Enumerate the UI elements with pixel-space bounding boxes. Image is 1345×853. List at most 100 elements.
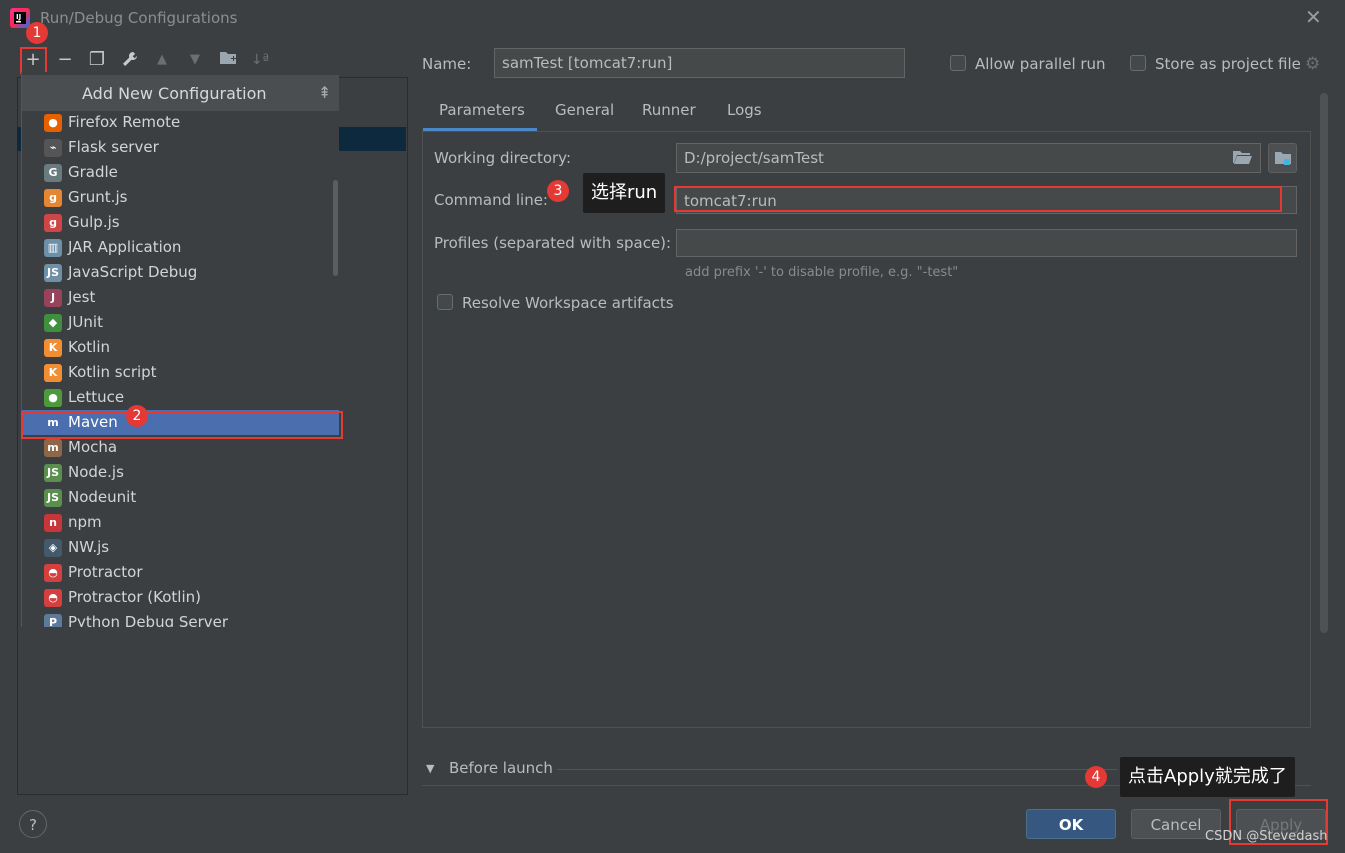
tab-general[interactable]: General [555,101,614,119]
tab-parameters[interactable]: Parameters [439,101,525,119]
configuration-type-label: Nodeunit [68,488,137,506]
minus-icon[interactable]: − [55,50,75,70]
parameters-panel [422,131,1311,728]
working-directory-label: Working directory: [434,149,572,167]
ok-button[interactable]: OK [1026,809,1116,839]
jar-icon: ▥ [44,239,62,257]
configuration-type-junit[interactable]: ◆ JUnit [22,310,339,335]
annotation-tip-3: 选择run [583,173,666,213]
configuration-type-nodeunit[interactable]: JS Nodeunit [22,485,339,510]
configuration-type-protractor[interactable]: ◓ Protractor [22,560,339,585]
name-label: Name: [422,55,472,73]
configuration-type-label: Grunt.js [68,188,128,206]
configuration-type-jest[interactable]: J Jest [22,285,339,310]
configuration-type-kotlin[interactable]: K Kotlin [22,335,339,360]
configuration-type-label: Node.js [68,463,124,481]
configuration-type-lettuce[interactable]: ● Lettuce [22,385,339,410]
sort-icon[interactable]: ↓ª [250,50,270,70]
allow-parallel-checkbox[interactable] [950,55,966,71]
popup-title: Add New Configuration [82,84,267,103]
jest-icon: J [44,289,62,307]
configuration-type-label: npm [68,513,102,531]
nodejs-icon: JS [44,464,62,482]
annotation-badge-1: 1 [26,22,48,44]
new-folder-icon[interactable] [218,50,238,70]
popup-scrollbar[interactable] [333,180,338,276]
annotation-box-add [20,47,47,74]
module-folder-button[interactable] [1268,143,1297,173]
junit-icon: ◆ [44,314,62,332]
settings-scrollbar[interactable] [1320,93,1328,633]
configuration-type-javascript-debug[interactable]: JS JavaScript Debug [22,260,339,285]
command-line-label: Command line: [434,191,548,209]
configuration-type-grunt-js[interactable]: g Grunt.js [22,185,339,210]
module-folder-icon [1275,152,1291,165]
configuration-type-flask-server[interactable]: ⌁ Flask server [22,135,339,160]
protractor-kotlin-icon: ◓ [44,589,62,607]
configuration-type-label: Jest [68,288,96,306]
allow-parallel-label: Allow parallel run [975,55,1106,73]
configuration-type-gulp-js[interactable]: g Gulp.js [22,210,339,235]
resolve-workspace-checkbox[interactable] [437,294,453,310]
move-down-icon[interactable]: ▼ [185,50,205,70]
tab-runner[interactable]: Runner [642,101,696,119]
configuration-type-protractor-kotlin[interactable]: ◓ Protractor (Kotlin) [22,585,339,610]
lettuce-icon: ● [44,389,62,407]
gradle-icon: G [44,164,62,182]
configuration-type-gradle[interactable]: G Gradle [22,160,339,185]
protractor-icon: ◓ [44,564,62,582]
before-launch-divider [557,769,1117,770]
copy-icon[interactable]: ❐ [87,50,107,70]
configuration-type-firefox-remote[interactable]: ● Firefox Remote [22,110,339,135]
configuration-type-label: Gradle [68,163,118,181]
gear-icon[interactable]: ⚙ [1305,54,1320,74]
annotation-box-command [674,186,1282,212]
annotation-box-maven [21,411,343,439]
tab-logs[interactable]: Logs [727,101,762,119]
collapse-triangle-icon[interactable]: ▼ [426,762,434,775]
store-project-label: Store as project file [1155,55,1301,73]
configuration-type-kotlin-script[interactable]: K Kotlin script [22,360,339,385]
gulp-icon: g [44,214,62,232]
add-configuration-popup: Add New Configuration ⇞ ● Firefox Remote ⌁… [21,72,339,627]
intellij-app-icon: IJ [10,8,30,28]
nwjs-icon: ◈ [44,539,62,557]
configuration-type-python-debug-server[interactable]: P Python Debug Server [22,610,339,627]
configuration-type-label: JUnit [68,313,103,331]
help-button[interactable]: ? [19,810,47,838]
wrench-icon[interactable] [120,50,140,70]
working-directory-input[interactable]: D:/project/samTest [676,143,1261,173]
watermark: CSDN @Stevedash [1205,829,1328,844]
js-debug-icon: JS [44,264,62,282]
configuration-type-jar-application[interactable]: ▥ JAR Application [22,235,339,260]
firefox-icon: ● [44,114,62,132]
browse-folder-icon[interactable] [1232,148,1252,170]
profiles-input[interactable] [676,229,1297,257]
configuration-type-npm[interactable]: n npm [22,510,339,535]
configuration-type-label: NW.js [68,538,110,556]
configuration-type-label: Lettuce [68,388,125,406]
move-up-icon[interactable]: ▲ [152,50,172,70]
store-project-checkbox[interactable] [1130,55,1146,71]
annotation-badge-4: 4 [1085,766,1107,788]
configuration-type-label: Flask server [68,138,159,156]
collapse-icon[interactable]: ⇞ [318,83,331,102]
annotation-badge-3: 3 [547,180,569,202]
annotation-badge-2: 2 [126,405,148,427]
popup-header: Add New Configuration ⇞ [22,75,339,111]
configuration-type-nw-js[interactable]: ◈ NW.js [22,535,339,560]
profiles-hint: add prefix '-' to disable profile, e.g. … [685,265,959,280]
annotation-tip-4: 点击Apply就完成了 [1120,757,1295,797]
configuration-type-label: JavaScript Debug [68,263,198,281]
configuration-type-label: Firefox Remote [68,113,181,131]
kotlin-icon: K [44,339,62,357]
window-title: Run/Debug Configurations [40,9,238,27]
configuration-type-label: Protractor (Kotlin) [68,588,201,606]
name-input[interactable]: samTest [tomcat7:run] [494,48,905,78]
npm-icon: n [44,514,62,532]
configuration-type-label: JAR Application [68,238,182,256]
close-icon[interactable]: ✕ [1305,7,1322,27]
configuration-type-label: Gulp.js [68,213,120,231]
before-launch-label[interactable]: Before launch [449,759,553,777]
configuration-type-node-js[interactable]: JS Node.js [22,460,339,485]
